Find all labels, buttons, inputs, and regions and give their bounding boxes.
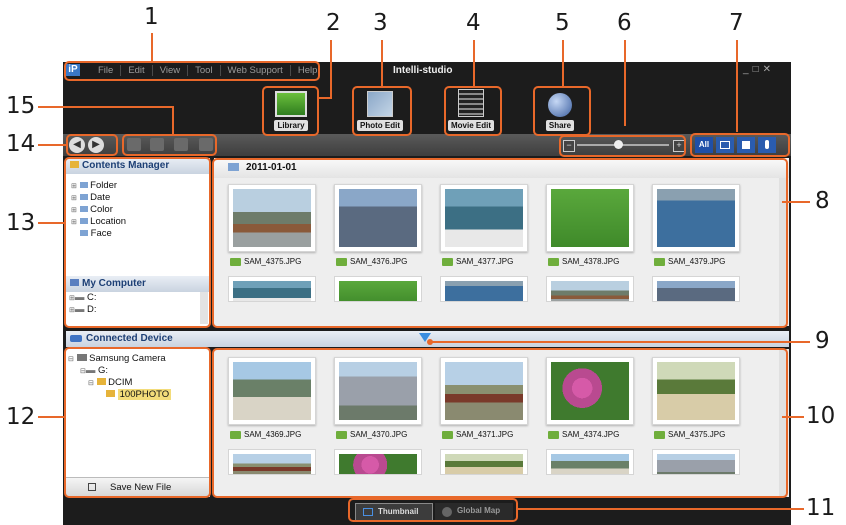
callout-11: 11 bbox=[806, 495, 836, 521]
callout-6: 6 bbox=[617, 10, 632, 36]
callout-4-line bbox=[473, 40, 475, 86]
callout-9: 9 bbox=[815, 328, 830, 354]
close-icon[interactable]: ✕ bbox=[763, 64, 775, 75]
callout-7-line bbox=[736, 40, 738, 132]
maximize-icon[interactable]: □ bbox=[753, 64, 763, 75]
callout-3-line bbox=[381, 40, 383, 86]
callout-14-line bbox=[38, 144, 66, 146]
callout-2-line-b bbox=[318, 97, 332, 99]
connected-device-title: Connected Device bbox=[86, 333, 173, 344]
callout-12: 12 bbox=[6, 404, 36, 430]
callout-7: 7 bbox=[729, 10, 744, 36]
callout-11-box bbox=[348, 498, 518, 522]
callout-2-box bbox=[262, 86, 319, 136]
callout-2-line bbox=[330, 40, 332, 98]
callout-1-box bbox=[64, 61, 320, 81]
minimize-icon[interactable]: _ bbox=[743, 64, 753, 75]
callout-12-box bbox=[64, 347, 211, 498]
callout-1: 1 bbox=[144, 4, 159, 30]
callout-10-box bbox=[212, 348, 788, 498]
device-icon bbox=[70, 335, 82, 342]
callout-13: 13 bbox=[6, 210, 36, 236]
callout-4-box bbox=[444, 86, 502, 136]
callout-15-line bbox=[38, 106, 173, 108]
callout-6-box bbox=[559, 135, 686, 157]
callout-9-line bbox=[430, 341, 810, 343]
callout-4: 4 bbox=[466, 10, 481, 36]
callout-14-box bbox=[66, 134, 118, 156]
callout-12-line bbox=[38, 416, 64, 418]
callout-3: 3 bbox=[373, 10, 388, 36]
callout-5-box bbox=[533, 86, 591, 136]
callout-10: 10 bbox=[806, 403, 836, 429]
callout-14: 14 bbox=[6, 131, 36, 157]
callout-9-dot bbox=[427, 339, 433, 345]
callout-1-line bbox=[151, 33, 153, 61]
callout-11-line bbox=[516, 508, 804, 510]
callout-5: 5 bbox=[555, 10, 570, 36]
callout-15-line-b bbox=[172, 106, 174, 134]
callout-15-box bbox=[122, 134, 217, 156]
window-controls: _□✕ bbox=[743, 64, 775, 75]
callout-15: 15 bbox=[6, 93, 36, 119]
callout-8: 8 bbox=[815, 188, 830, 214]
callout-8-box bbox=[212, 158, 788, 328]
callout-2: 2 bbox=[326, 10, 341, 36]
callout-3-box bbox=[352, 86, 412, 136]
callout-7-box bbox=[690, 133, 790, 157]
callout-6-line bbox=[624, 40, 626, 126]
callout-13-box bbox=[64, 157, 211, 328]
callout-5-line bbox=[562, 40, 564, 86]
callout-13-line bbox=[38, 222, 64, 224]
app-title: Intelli-studio bbox=[393, 65, 453, 76]
